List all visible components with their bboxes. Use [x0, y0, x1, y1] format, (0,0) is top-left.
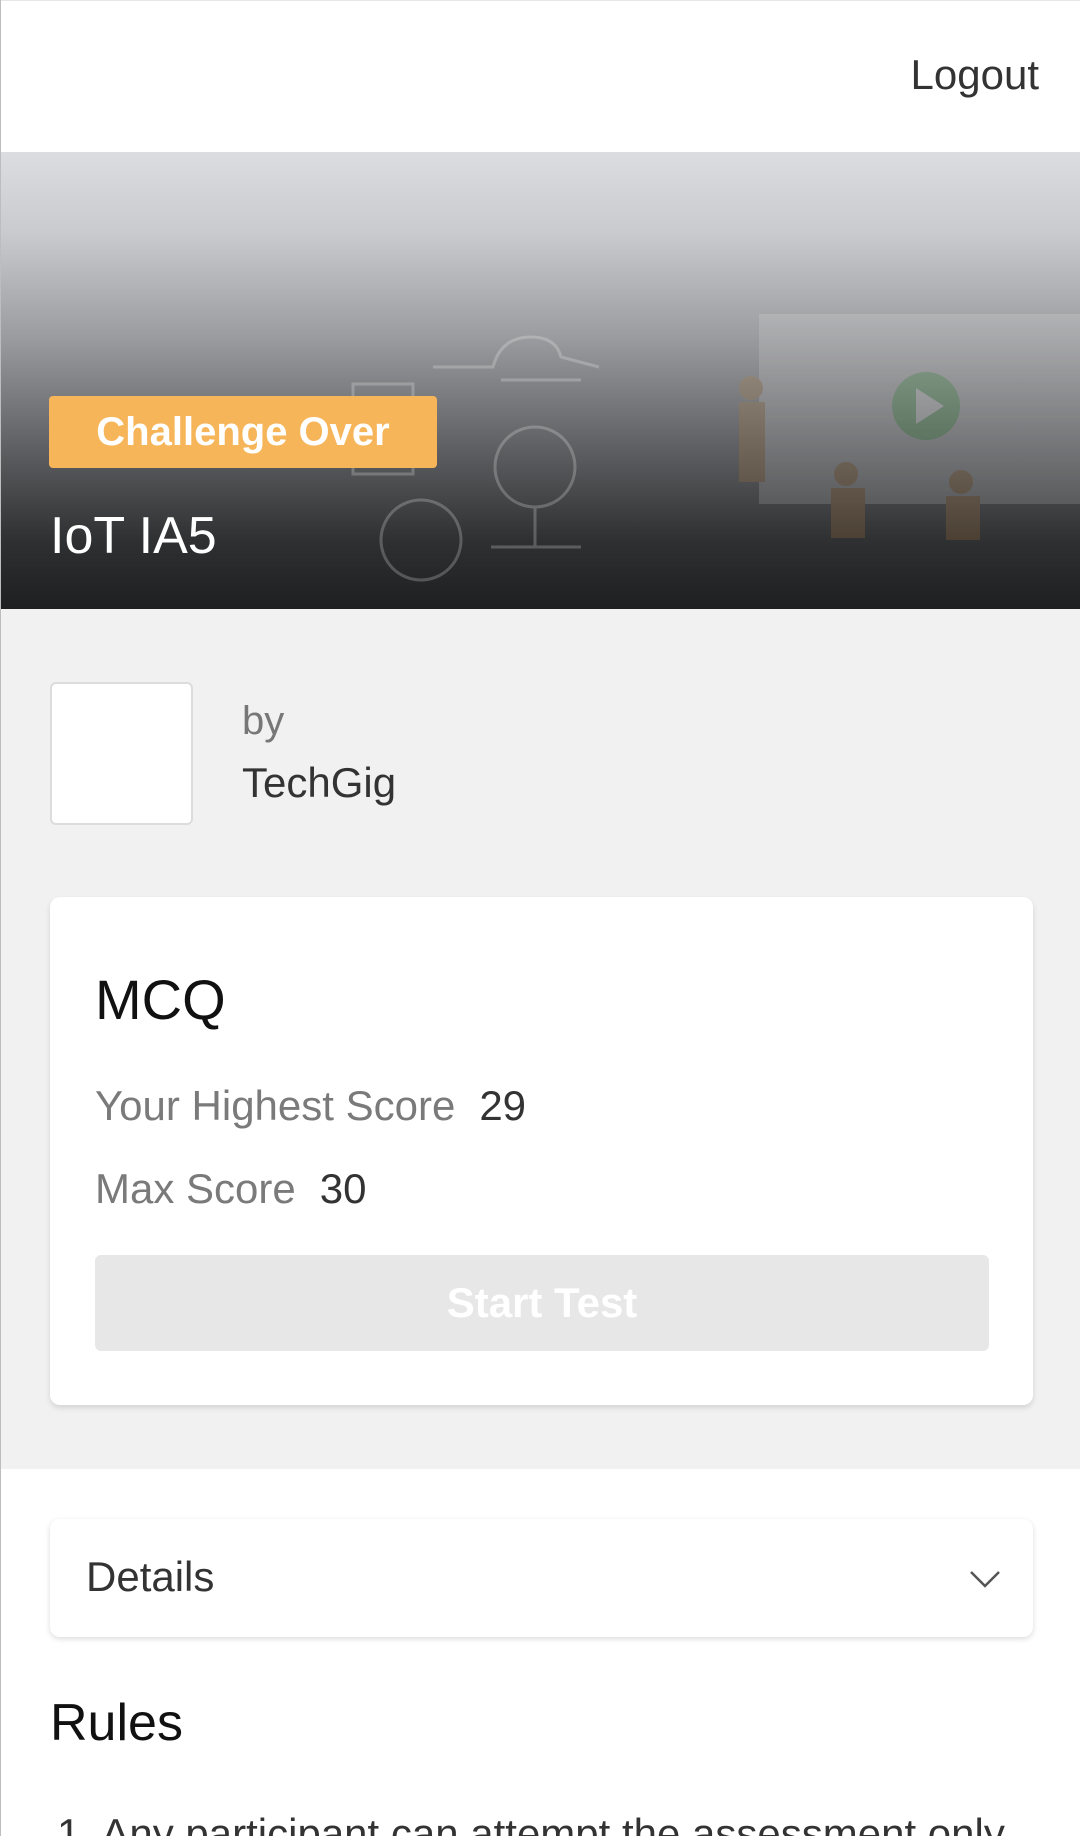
max-score-label: Max Score — [95, 1165, 296, 1212]
test-card: MCQ Your Highest Score 29 Max Score 30 S… — [50, 897, 1033, 1405]
highest-score-row: Your Highest Score 29 — [95, 1082, 526, 1130]
rules-title: Rules — [50, 1694, 183, 1752]
max-score-value: 30 — [319, 1165, 367, 1212]
by-label: by — [242, 699, 285, 743]
organizer-logo — [50, 682, 193, 825]
status-badge: Challenge Over — [49, 396, 437, 468]
organizer-name: TechGig — [242, 759, 397, 806]
top-bar: Logout — [1, 0, 1080, 152]
hero-banner: Challenge Over IoT IA5 — [1, 152, 1080, 609]
chevron-down-icon — [970, 1571, 1000, 1588]
details-label: Details — [86, 1553, 215, 1600]
logout-link[interactable]: Logout — [911, 51, 1039, 99]
challenge-title: IoT IA5 — [50, 507, 217, 565]
max-score-row: Max Score 30 — [95, 1165, 366, 1213]
test-card-title: MCQ — [95, 968, 226, 1031]
details-accordion[interactable]: Details — [50, 1519, 1033, 1637]
highest-score-value: 29 — [479, 1082, 527, 1129]
challenge-info-section: by TechGig MCQ Your Highest Score 29 Max… — [1, 609, 1080, 1469]
start-test-button[interactable]: Start Test — [95, 1255, 989, 1351]
rule-item: 1. Any participant can attempt the asses… — [57, 1810, 1005, 1836]
highest-score-label: Your Highest Score — [95, 1082, 456, 1129]
